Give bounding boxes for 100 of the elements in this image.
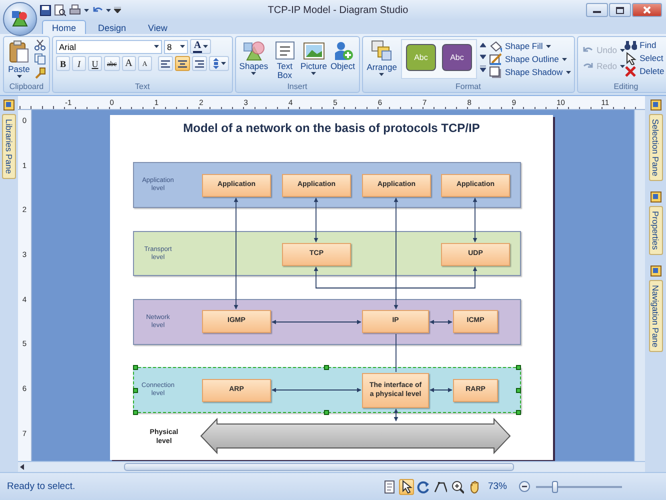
connector-arrow [394, 408, 398, 422]
binoculars-icon [624, 38, 637, 52]
zoom-icon [450, 480, 464, 494]
scroll-thumb[interactable] [124, 463, 514, 471]
edit-command-button[interactable]: Select [624, 52, 666, 64]
tool-button[interactable] [416, 478, 431, 494]
bold-button[interactable]: B [56, 56, 70, 71]
caret-icon [620, 64, 625, 68]
vertical-scrollbar[interactable] [634, 110, 645, 461]
alignment-button[interactable] [174, 56, 190, 71]
grow-font-button[interactable]: A [122, 56, 136, 71]
selection-handle[interactable] [516, 365, 521, 370]
selection-handle[interactable] [516, 410, 521, 415]
minimize-button[interactable] [586, 3, 608, 17]
diagram-logo-icon [10, 9, 30, 29]
connector-arrow [430, 388, 452, 392]
rotate-icon [416, 480, 430, 494]
maximize-button[interactable] [609, 3, 631, 17]
selection-handle[interactable] [133, 365, 138, 370]
tool-button[interactable] [382, 478, 397, 494]
paste-button[interactable]: Paste [7, 39, 31, 79]
stacked-squares-icon [370, 40, 393, 62]
text-spacing-button[interactable] [208, 56, 229, 71]
close-icon [643, 6, 651, 14]
print-preview-button[interactable] [54, 4, 66, 16]
insert-button[interactable]: Text Box [272, 39, 298, 81]
horizontal-scrollbar[interactable] [18, 461, 645, 472]
customize-toolbar-button[interactable] [114, 7, 121, 13]
align-right-icon [194, 60, 204, 68]
pane-tab[interactable]: Selection Pane [648, 114, 662, 182]
pane-icon [650, 99, 662, 111]
group-label: Insert [286, 81, 308, 92]
selection-handle[interactable] [516, 388, 521, 392]
insert-button[interactable]: Shapes [238, 39, 269, 76]
group-label: Editing [612, 81, 640, 92]
scroll-left-icon [18, 464, 26, 470]
format-painter-button[interactable] [34, 67, 46, 79]
caret-icon [379, 73, 384, 76]
magnifier-page-icon [54, 4, 66, 16]
group-label: Format [454, 81, 482, 92]
dropdown-icon [114, 7, 121, 13]
selection-handle[interactable] [324, 365, 329, 370]
insert-button[interactable]: Picture [300, 39, 327, 76]
zoom-out-button[interactable] [519, 481, 530, 492]
cut-button[interactable] [34, 39, 46, 51]
selection-handle[interactable] [133, 410, 138, 415]
shape-format-button[interactable]: Shape Outline [488, 53, 571, 65]
print-button[interactable] [69, 4, 81, 16]
caret-icon [562, 58, 567, 60]
slider-thumb[interactable] [552, 480, 558, 492]
caret-icon [84, 8, 89, 12]
caret-icon [566, 70, 571, 74]
font-size-field[interactable]: 8 [164, 40, 188, 54]
selection-handle[interactable] [133, 388, 138, 392]
close-button[interactable] [632, 3, 662, 17]
font-field[interactable]: Arial [56, 40, 162, 54]
copy-button[interactable] [34, 53, 46, 65]
pointer-icon [400, 480, 413, 494]
font-color-button[interactable]: A [190, 39, 211, 54]
group-label: Text [134, 81, 151, 92]
ribbon-tab[interactable]: Design [88, 20, 136, 34]
connector-arrow [472, 198, 478, 242]
edit-command-button[interactable]: Find [624, 39, 666, 51]
pane-icon [3, 99, 15, 111]
arrange-button[interactable]: Arrange [366, 39, 398, 77]
insert-button[interactable]: Object [330, 39, 356, 72]
scissors-icon [34, 39, 46, 51]
shape-style-swatch[interactable]: Abc [442, 44, 472, 71]
italic-button[interactable]: I [72, 56, 86, 71]
tool-button[interactable] [398, 478, 414, 494]
shapes-icon [242, 40, 265, 61]
alignment-button[interactable] [158, 56, 173, 71]
connector-arrow [314, 198, 318, 242]
printer-icon [69, 4, 81, 16]
shape-format-button[interactable]: Shape Fill [488, 40, 571, 52]
ribbon-tab[interactable]: Home [42, 20, 86, 34]
pane-tab[interactable]: Properties [648, 206, 662, 255]
pointer-icon [624, 52, 637, 64]
caret-icon [106, 8, 111, 12]
caret-icon [203, 45, 208, 48]
pane-tab[interactable]: Navigation Pane [648, 280, 662, 352]
page-icon [382, 480, 396, 494]
pane-tab[interactable]: Libraries Pane [2, 114, 16, 179]
tool-button[interactable] [450, 478, 465, 494]
ribbon-tab[interactable]: View [138, 20, 178, 34]
copy-icon [34, 53, 46, 65]
shape-format-button[interactable]: Shape Shadow [488, 66, 571, 78]
spacing-icon [212, 58, 220, 69]
caret-icon [220, 62, 226, 65]
edit-command-button[interactable]: Delete [624, 65, 666, 77]
alignment-button[interactable] [192, 56, 207, 71]
group-label: Clipboard [8, 81, 45, 92]
delete-icon [624, 64, 637, 78]
save-button[interactable] [40, 4, 51, 16]
selection-handle[interactable] [324, 410, 329, 415]
hand-icon [468, 480, 481, 494]
caret-icon [251, 72, 256, 75]
underline-button[interactable]: U [88, 56, 102, 71]
text-box-icon [274, 40, 296, 61]
caret-icon [16, 75, 22, 78]
